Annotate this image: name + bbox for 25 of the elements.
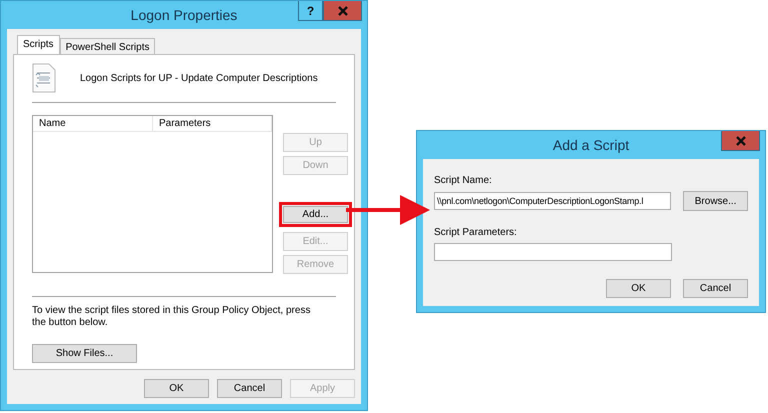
button[interactable]: OK — [144, 379, 209, 398]
button[interactable]: Add... — [279, 202, 352, 227]
window-title: Add a Script — [552, 136, 630, 155]
note-text: To view the script files stored in this Group Policy Object, press the button below. — [32, 305, 312, 329]
help-button[interactable]: ? — [298, 1, 323, 21]
field-label: Script Parameters: — [434, 226, 518, 240]
tab[interactable]: Scripts — [17, 35, 60, 54]
close-icon[interactable] — [323, 1, 362, 21]
arrow-icon — [346, 195, 430, 225]
input-field[interactable] — [434, 243, 672, 261]
heading-text: Logon Scripts for UP - Update Computer Descriptions — [80, 72, 318, 86]
button[interactable]: Cancel — [683, 279, 748, 298]
column-header[interactable]: Parameters — [153, 116, 272, 132]
input-field[interactable]: \\pnl.com\netlogon\ComputerDescriptionLogonStamp.l — [434, 192, 672, 210]
script-file-icon — [32, 63, 56, 93]
close-icon[interactable] — [721, 131, 760, 151]
window-title: Logon Properties — [130, 6, 238, 25]
tab[interactable]: PowerShell Scripts — [60, 38, 156, 54]
show-files-button[interactable]: Show Files... — [32, 344, 137, 363]
field-label: Script Name: — [434, 174, 493, 188]
browse-button[interactable]: Browse... — [683, 191, 748, 211]
button[interactable]: Cancel — [217, 379, 282, 398]
column-header[interactable]: Name — [33, 116, 153, 132]
button[interactable]: OK — [606, 279, 671, 298]
script-list[interactable]: Name Parameters — [32, 115, 273, 273]
